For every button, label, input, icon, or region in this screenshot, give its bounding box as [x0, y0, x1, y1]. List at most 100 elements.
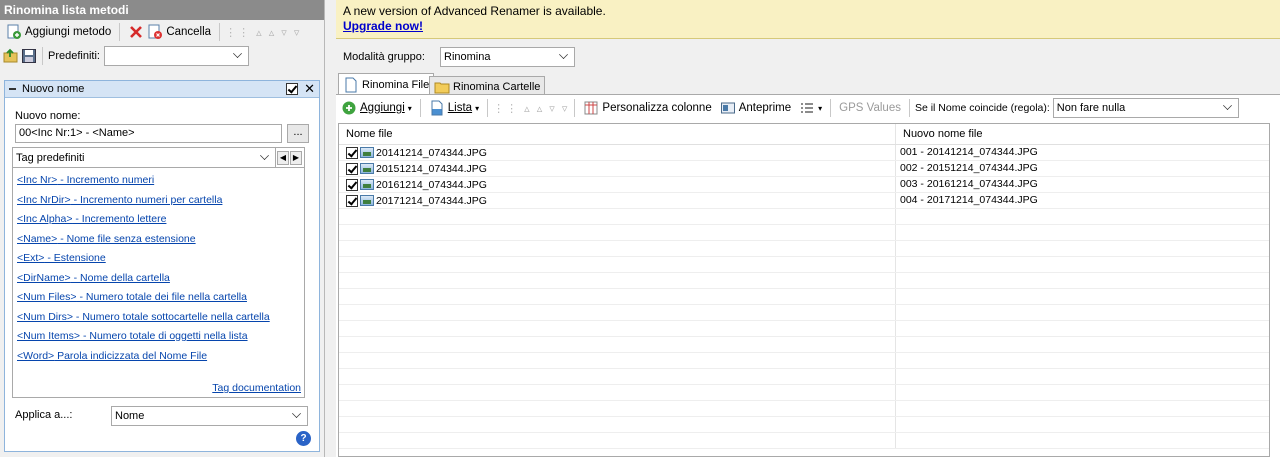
- toolbar-separator: [419, 99, 421, 117]
- move-arrows-icon[interactable]: ⋮⋮ ▵ ▵ ▿ ▿: [225, 26, 301, 39]
- browse-button[interactable]: ...: [287, 124, 309, 143]
- tag-item[interactable]: <Ext> - Estensione: [17, 252, 304, 272]
- tag-description[interactable]: - Incremento numeri per cartella: [71, 194, 223, 206]
- table-row: [339, 369, 1269, 385]
- chevron-down-icon: [233, 49, 242, 58]
- apply-to-value: Nome: [115, 410, 145, 422]
- tags-bar: Tag predefiniti ◀ ▶: [13, 148, 304, 168]
- tag-description[interactable]: - Incremento numeri: [57, 174, 154, 186]
- group-mode-dropdown[interactable]: Rinomina: [440, 47, 575, 67]
- collapse-icon[interactable]: [9, 88, 16, 90]
- table-row: [339, 257, 1269, 273]
- load-folder-icon[interactable]: [3, 48, 19, 64]
- list-button[interactable]: Lista ▾: [426, 98, 482, 118]
- tag-item[interactable]: <Word> Parola indicizzata del Nome File: [17, 350, 304, 370]
- row-checkbox[interactable]: [346, 194, 358, 207]
- save-icon[interactable]: [21, 48, 37, 64]
- help-icon[interactable]: ?: [296, 431, 311, 446]
- column-header-filename[interactable]: Nome file: [339, 124, 896, 144]
- tag-link[interactable]: <Ext>: [17, 252, 44, 264]
- tag-item[interactable]: <Name> - Nome file senza estensione: [17, 233, 304, 253]
- add-method-button[interactable]: Aggiungi metodo: [3, 22, 114, 42]
- filename-text: 20141214_074344.JPG: [376, 146, 487, 159]
- tag-item[interactable]: <Num Items> - Numero totale di oggetti n…: [17, 330, 304, 350]
- table-row: [339, 337, 1269, 353]
- tag-link[interactable]: <Inc Nr>: [17, 174, 57, 186]
- tag-item[interactable]: <Num Files> - Numero totale dei file nel…: [17, 291, 304, 311]
- tag-item[interactable]: <Inc Nr> - Incremento numeri: [17, 174, 304, 194]
- tab-rename-folders-label: Rinomina Cartelle: [453, 80, 541, 93]
- row-checkbox[interactable]: [346, 178, 358, 191]
- move-rows-icons[interactable]: ⋮⋮ ▵ ▵ ▿ ▿: [493, 102, 569, 115]
- tag-link[interactable]: <Inc NrDir>: [17, 194, 71, 206]
- tag-item[interactable]: <DirName> - Nome della cartella: [17, 272, 304, 292]
- tags-dropdown-value: Tag predefiniti: [16, 151, 85, 164]
- apply-to-dropdown[interactable]: Nome: [111, 406, 308, 426]
- tag-item[interactable]: <Inc NrDir> - Incremento numeri per cart…: [17, 194, 304, 214]
- tag-description[interactable]: - Nome della cartella: [71, 272, 170, 284]
- cell-new-name: [896, 209, 900, 224]
- tab-rename-folders[interactable]: Rinomina Cartelle: [429, 76, 546, 96]
- cell-new-name: [896, 289, 900, 304]
- table-row: [339, 417, 1269, 433]
- view-mode-button[interactable]: ▾: [796, 98, 825, 118]
- table-row[interactable]: 20151214_074344.JPG 002 - 20151214_074344…: [339, 161, 1269, 177]
- presets-dropdown[interactable]: [103, 46, 249, 66]
- tag-link[interactable]: <Num Items>: [17, 330, 80, 342]
- cell-filename: [339, 209, 896, 224]
- cell-filename: [339, 241, 896, 256]
- cell-filename: [339, 417, 896, 432]
- preview-button[interactable]: Anteprime: [717, 98, 794, 118]
- delete-label: Cancella: [166, 26, 212, 38]
- tag-description[interactable]: - Nome file senza estensione: [57, 233, 195, 245]
- cell-filename: [339, 433, 896, 448]
- cell-new-name: [896, 417, 900, 432]
- file-grid: Nome file Nuovo nome file 20141214_07434…: [338, 123, 1270, 457]
- tag-link[interactable]: <Name>: [17, 233, 57, 245]
- tag-description[interactable]: - Numero totale sottocartelle nella cart…: [73, 311, 270, 323]
- cell-filename: [339, 385, 896, 400]
- gps-values-button[interactable]: GPS Values: [836, 98, 904, 118]
- tag-link[interactable]: <Inc Alpha>: [17, 213, 72, 225]
- tags-list: <Inc Nr> - Incremento numeri <Inc NrDir> …: [13, 168, 304, 369]
- filename-text: 20161214_074344.JPG: [376, 178, 487, 191]
- tag-description[interactable]: Parola indicizzata del Nome File: [54, 350, 207, 362]
- customize-columns-button[interactable]: Personalizza colonne: [580, 98, 714, 118]
- method-header[interactable]: Nuovo nome ✕: [5, 81, 319, 98]
- row-checkbox[interactable]: [346, 146, 358, 159]
- tag-description[interactable]: - Numero totale dei file nella cartella: [77, 291, 247, 303]
- tag-description[interactable]: - Incremento lettere: [72, 213, 166, 225]
- table-row[interactable]: 20171214_074344.JPG 004 - 20171214_074344…: [339, 193, 1269, 209]
- cell-filename: [339, 257, 896, 272]
- close-icon[interactable]: ✕: [304, 81, 315, 97]
- table-row[interactable]: 20141214_074344.JPG 001 - 20141214_074344…: [339, 145, 1269, 161]
- cell-filename: [339, 337, 896, 352]
- tags-next-button[interactable]: ▶: [290, 150, 302, 165]
- tag-link[interactable]: <Word>: [17, 350, 54, 362]
- cell-new-name: [896, 225, 900, 240]
- upgrade-link[interactable]: Upgrade now!: [343, 19, 1280, 33]
- new-name-input[interactable]: 00<Inc Nr:1> - <Name>: [15, 124, 282, 143]
- chevron-down-icon: [260, 150, 269, 160]
- tag-link[interactable]: <Num Dirs>: [17, 311, 73, 323]
- tags-prev-button[interactable]: ◀: [277, 150, 289, 165]
- tag-item[interactable]: <Num Dirs> - Numero totale sottocartelle…: [17, 311, 304, 331]
- tag-description[interactable]: - Estensione: [44, 252, 105, 264]
- tag-link[interactable]: <DirName>: [17, 272, 71, 284]
- collision-rule-dropdown[interactable]: Non fare nulla: [1052, 98, 1239, 118]
- row-checkbox[interactable]: [346, 162, 358, 175]
- table-row: [339, 289, 1269, 305]
- tag-description[interactable]: - Numero totale di oggetti nella lista: [80, 330, 248, 342]
- table-row[interactable]: 20161214_074344.JPG 003 - 20161214_074344…: [339, 177, 1269, 193]
- tag-documentation-link[interactable]: Tag documentation: [212, 382, 301, 394]
- cell-filename: [339, 401, 896, 416]
- tags-dropdown[interactable]: Tag predefiniti: [13, 148, 276, 167]
- add-files-button[interactable]: Aggiungi ▾: [338, 98, 415, 118]
- method-enabled-checkbox[interactable]: [286, 83, 299, 95]
- file-icon: [343, 77, 359, 93]
- tag-link[interactable]: <Num Files>: [17, 291, 77, 303]
- column-header-new-name[interactable]: Nuovo nome file: [896, 124, 983, 144]
- tag-item[interactable]: <Inc Alpha> - Incremento lettere: [17, 213, 304, 233]
- tab-rename-files[interactable]: Rinomina File: [338, 73, 435, 95]
- delete-button[interactable]: Cancella: [125, 22, 214, 42]
